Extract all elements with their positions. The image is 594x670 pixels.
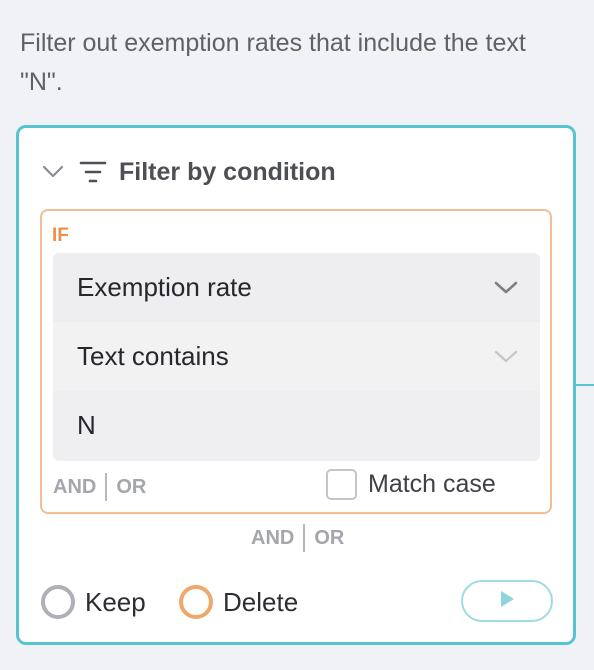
add-or-condition-button[interactable]: OR — [314, 527, 344, 550]
and-button[interactable]: AND — [53, 476, 96, 499]
chevron-down-icon — [492, 347, 520, 367]
chevron-down-icon — [492, 278, 520, 298]
operator-select-value: Text contains — [77, 341, 229, 371]
keep-label: Keep — [85, 586, 146, 617]
card-title: Filter by condition — [119, 157, 336, 186]
connector-line — [576, 384, 594, 386]
match-case-option[interactable]: Match case — [326, 469, 496, 500]
logic-divider — [105, 473, 108, 501]
delete-label: Delete — [223, 586, 299, 617]
chevron-down-icon[interactable] — [41, 160, 65, 184]
field-select[interactable]: Exemption rate — [53, 253, 540, 322]
play-icon — [498, 589, 516, 614]
match-case-label: Match case — [368, 470, 496, 498]
condition-logic-toggle: AND OR — [53, 473, 146, 501]
operator-select[interactable]: Text contains — [53, 322, 540, 391]
keep-radio[interactable] — [41, 585, 75, 619]
field-select-value: Exemption rate — [77, 272, 252, 302]
step-description: Filter out exemption rates that include … — [20, 29, 526, 96]
condition-rows: Exemption rate Text contains N — [53, 253, 540, 461]
if-label: IF — [52, 225, 69, 246]
group-logic-toggle: AND OR — [251, 524, 344, 552]
card-header: Filter by condition — [41, 154, 336, 190]
delete-radio[interactable] — [179, 585, 213, 619]
keep-option[interactable]: Keep — [41, 585, 146, 619]
match-case-checkbox[interactable] — [326, 469, 357, 500]
run-button[interactable] — [461, 580, 553, 622]
value-input-text: N — [77, 410, 96, 440]
or-button[interactable]: OR — [116, 476, 146, 499]
condition-block: IF Exemption rate Text contains N AND OR — [40, 209, 552, 514]
filter-icon — [79, 158, 107, 186]
logic-divider — [303, 524, 306, 552]
filter-step-card: Filter by condition IF Exemption rate Te… — [16, 125, 576, 645]
add-and-condition-button[interactable]: AND — [251, 527, 294, 550]
delete-option[interactable]: Delete — [179, 585, 298, 619]
value-input[interactable]: N — [53, 391, 540, 460]
